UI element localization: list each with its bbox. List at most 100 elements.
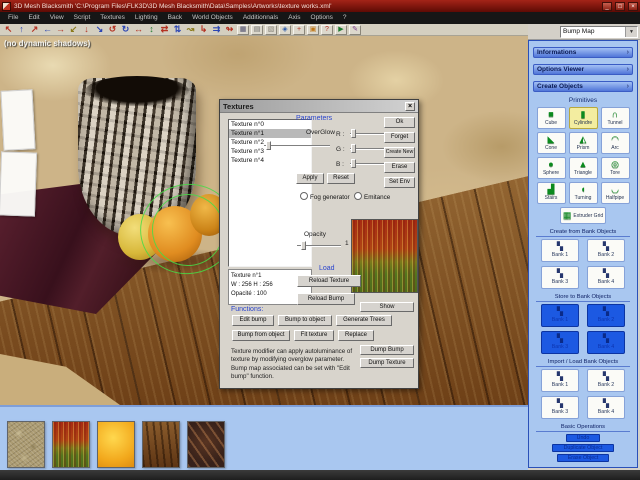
section-informations[interactable]: Informations › (533, 47, 633, 58)
bank-button[interactable]: ▚ Bank 4 (587, 396, 625, 419)
bank-button[interactable]: ▚ Bank 1 (541, 239, 579, 262)
slider-handle[interactable] (351, 144, 356, 153)
bank-button[interactable]: ▚ Bank 2 (587, 304, 625, 327)
texture-thumbnail-wood[interactable] (142, 421, 180, 468)
slider-handle[interactable] (351, 159, 356, 168)
close-icon[interactable]: × (405, 102, 415, 111)
menu-item[interactable]: Textures (95, 12, 130, 24)
bank-button[interactable]: ▚ Bank 2 (587, 239, 625, 262)
erase-object-button[interactable]: Erase Object (557, 454, 609, 462)
orange-box-button[interactable]: ▣ (307, 25, 319, 35)
minimize-button[interactable]: _ (602, 2, 612, 11)
arrow-down-tool[interactable]: ↓ (80, 24, 93, 35)
fog-generator-radio[interactable]: Fog generator (300, 192, 350, 201)
rotate-ccw-tool[interactable]: ↺ (106, 24, 119, 35)
primitive-triangle-button[interactable]: ▲ Triangle (569, 157, 598, 179)
play-button[interactable]: ▶ (335, 25, 347, 35)
primitive-halfpipe-button[interactable]: ◡ Halfpipe (601, 182, 630, 204)
fit-texture-button[interactable]: Fit texture (294, 330, 334, 341)
rotate-cw-tool[interactable]: ↻ (119, 24, 132, 35)
pan-vertical-tool[interactable]: ↕ (145, 24, 158, 35)
double-arrow-tool[interactable]: ⇉ (210, 24, 223, 35)
primitive-sphere-button[interactable]: ● Sphere (537, 157, 566, 179)
primitive-arc-button[interactable]: ◠ Arc (601, 132, 630, 154)
loop-arrow-tool[interactable]: ↬ (223, 24, 236, 35)
menu-item[interactable]: World Objects (187, 12, 238, 24)
arrow-down-right-tool[interactable]: ↘ (93, 24, 106, 35)
menu-item[interactable]: Options (306, 12, 338, 24)
texture-thumbnail-red-green[interactable] (52, 421, 90, 468)
bump-to-object-button[interactable]: Bump to object (278, 315, 332, 326)
texture-thumbnail-yellow[interactable] (97, 421, 135, 468)
bank-button[interactable]: ▚ Bank 2 (587, 369, 625, 392)
slider-handle[interactable] (266, 141, 271, 150)
bank-button[interactable]: ▚ Bank 3 (541, 331, 579, 354)
primitive-turning-button[interactable]: ◖ Turning (569, 182, 598, 204)
arrow-right-tool[interactable]: → (54, 24, 67, 35)
bank-button[interactable]: ▚ Bank 3 (541, 266, 579, 289)
section-options-viewer[interactable]: Options Viewer › (533, 64, 633, 75)
replace-button[interactable]: Replace (338, 330, 374, 341)
overglow-slider[interactable] (264, 141, 330, 150)
generate-trees-button[interactable]: Generate Trees (336, 315, 392, 326)
dialog-titlebar[interactable]: Textures × (220, 100, 418, 113)
opacity-slider[interactable] (297, 241, 341, 250)
close-button[interactable]: × (628, 2, 638, 11)
slider-handle[interactable] (301, 241, 306, 250)
reload-bump-button[interactable]: Reload Bump (297, 293, 355, 305)
pan-horizontal-tool[interactable]: ↔ (132, 24, 145, 35)
grid-view-button[interactable]: ▦ (237, 25, 249, 35)
menu-item[interactable]: Axis (283, 12, 305, 24)
bank-button[interactable]: ▚ Bank 3 (541, 396, 579, 419)
reload-texture-button[interactable]: Reload Texture (297, 275, 361, 287)
bank-button[interactable]: ▚ Bank 4 (587, 331, 625, 354)
swap-horizontal-tool[interactable]: ⇄ (158, 24, 171, 35)
bump-from-object-button[interactable]: Bump from object (232, 330, 290, 341)
bank-button[interactable]: ▚ Bank 4 (587, 266, 625, 289)
map-type-select[interactable]: Bump Map ▼ (560, 26, 638, 38)
ok-button[interactable]: Ok (384, 117, 415, 128)
window-titlebar[interactable]: 3D Mesh Blacksmith 'C:\Program Files\FLK… (0, 0, 640, 12)
reset-button[interactable]: Reset (327, 173, 355, 184)
primitive-cylindre-button[interactable]: ▮ Cylindre (569, 107, 598, 129)
swap-vertical-tool[interactable]: ⇅ (171, 24, 184, 35)
texture-thumbnail-metal[interactable] (187, 421, 225, 468)
primitive-tore-button[interactable]: ◎ Tore (601, 157, 630, 179)
add-button[interactable]: + (293, 25, 305, 35)
create-new-button[interactable]: Create New (384, 147, 415, 158)
primitive-stairs-button[interactable]: ▟ Stairs (537, 182, 566, 204)
slider-handle[interactable] (351, 129, 356, 138)
undo-button[interactable]: Undo (566, 434, 600, 442)
edit-bump-button[interactable]: Edit bump (232, 315, 274, 326)
primitive-cube-button[interactable]: ■ Cube (537, 107, 566, 129)
dump-bump-button[interactable]: Dump Bump (360, 345, 414, 355)
chevron-down-icon[interactable]: ▼ (625, 27, 637, 37)
bank-button[interactable]: ▚ Bank 1 (541, 369, 579, 392)
help-button[interactable]: ? (321, 25, 333, 35)
menu-item[interactable]: Back (163, 12, 187, 24)
arrow-up-left-tool[interactable]: ↖ (2, 24, 15, 35)
menu-item[interactable]: Edit (23, 12, 44, 24)
primitive-tunnel-button[interactable]: ∩ Tunnel (601, 107, 630, 129)
menu-item[interactable]: Additionnals (238, 12, 283, 24)
extruder-grid-button[interactable]: ▦ Extruder Grid (560, 207, 606, 224)
layers-button[interactable]: ▧ (265, 25, 277, 35)
erase-button[interactable]: Erase (384, 162, 415, 173)
set-env-button[interactable]: Set Env (384, 177, 415, 188)
menu-item[interactable]: File (3, 12, 23, 24)
duplicate-object-button[interactable]: Duplicate Object (552, 444, 614, 452)
texture-list-item[interactable]: Texture n°4 (229, 156, 311, 165)
menu-item[interactable]: Script (69, 12, 96, 24)
arrow-left-tool[interactable]: ← (41, 24, 54, 35)
texture-list-item[interactable]: Texture n°1 (229, 129, 311, 138)
emitance-radio[interactable]: Emitance (354, 192, 390, 201)
arrow-up-right-tool[interactable]: ↗ (28, 24, 41, 35)
menu-item[interactable]: Lighting (130, 12, 163, 24)
primitive-prism-button[interactable]: ◭ Prism (569, 132, 598, 154)
dump-texture-button[interactable]: Dump Texture (360, 358, 414, 368)
primitive-cone-button[interactable]: ◣ Cone (537, 132, 566, 154)
apply-button[interactable]: Apply (296, 173, 324, 184)
maximize-button[interactable]: □ (615, 2, 625, 11)
menu-item[interactable]: ? (338, 12, 352, 24)
arrow-up-tool[interactable]: ↑ (15, 24, 28, 35)
